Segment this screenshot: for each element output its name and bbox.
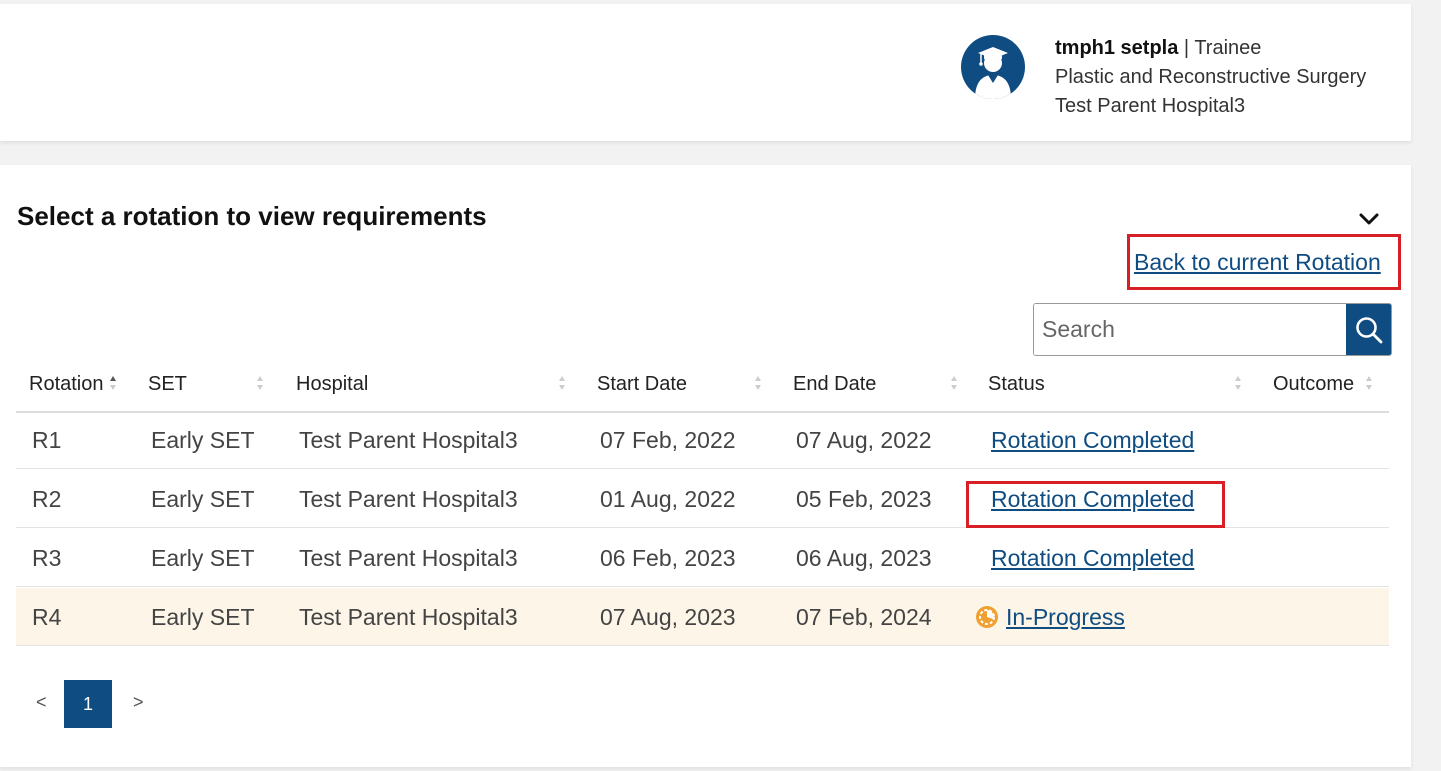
sort-icon: [1366, 376, 1372, 390]
column-header-end-date[interactable]: End Date: [793, 361, 957, 411]
search-box: [1033, 303, 1392, 356]
search-button[interactable]: [1346, 304, 1391, 355]
cell-start-date: 06 Feb, 2023: [600, 545, 736, 571]
sort-icon: [755, 376, 761, 390]
pagination: < 1 >: [0, 680, 200, 728]
table-row[interactable]: R2 Early SET Test Parent Hospital3 01 Au…: [16, 470, 1389, 528]
cell-start-date: 07 Feb, 2022: [600, 427, 736, 453]
sort-icon: [257, 376, 263, 390]
status-link[interactable]: Rotation Completed: [991, 529, 1194, 587]
user-specialty: Plastic and Reconstructive Surgery: [1055, 66, 1367, 88]
user-header-card: tmph1 setpla | Trainee Plastic and Recon…: [0, 4, 1411, 141]
cell-rotation: R1: [32, 427, 62, 453]
table-row-current[interactable]: R4 Early SET Test Parent Hospital3 07 Au…: [16, 588, 1389, 646]
in-progress-icon: [976, 606, 998, 628]
status-link[interactable]: Rotation Completed: [991, 411, 1194, 469]
cell-rotation: R4: [32, 604, 62, 630]
cell-start-date: 01 Aug, 2022: [600, 486, 736, 512]
user-hospital: Test Parent Hospital3: [1055, 95, 1246, 117]
next-page-button[interactable]: >: [133, 692, 144, 713]
cell-set: Early SET: [151, 486, 255, 512]
column-header-set[interactable]: SET: [148, 361, 263, 411]
rotation-panel: Select a rotation to view requirements B…: [0, 165, 1411, 767]
cell-hospital: Test Parent Hospital3: [299, 545, 518, 571]
search-icon: [1355, 316, 1382, 343]
cell-end-date: 07 Aug, 2022: [796, 427, 932, 453]
search-input[interactable]: [1034, 304, 1346, 355]
sort-icon: [1235, 376, 1241, 390]
sort-asc-icon: [110, 376, 116, 390]
chevron-down-icon[interactable]: [1357, 207, 1381, 231]
table-row[interactable]: R1 Early SET Test Parent Hospital3 07 Fe…: [16, 411, 1389, 469]
table-header: Rotation SET Hospital Start Date End Dat…: [16, 361, 1389, 413]
user-separator: |: [1183, 37, 1190, 59]
cell-set: Early SET: [151, 604, 255, 630]
page-1-button[interactable]: 1: [64, 680, 112, 728]
status-link[interactable]: Rotation Completed: [991, 470, 1194, 528]
back-to-current-rotation-link[interactable]: Back to current Rotation: [1134, 249, 1381, 276]
cell-end-date: 06 Aug, 2023: [796, 545, 932, 571]
cell-start-date: 07 Aug, 2023: [600, 604, 736, 630]
cell-end-date: 05 Feb, 2023: [796, 486, 932, 512]
column-header-hospital[interactable]: Hospital: [296, 361, 565, 411]
cell-set: Early SET: [151, 427, 255, 453]
cell-hospital: Test Parent Hospital3: [299, 486, 518, 512]
cell-rotation: R3: [32, 545, 62, 571]
cell-end-date: 07 Feb, 2024: [796, 604, 932, 630]
cell-set: Early SET: [151, 545, 255, 571]
user-info: tmph1 setpla | Trainee Plastic and Recon…: [1055, 34, 1366, 121]
sort-icon: [951, 376, 957, 390]
column-header-rotation[interactable]: Rotation: [29, 361, 116, 411]
column-header-outcome[interactable]: Outcome: [1273, 361, 1372, 411]
cell-hospital: Test Parent Hospital3: [299, 604, 518, 630]
cell-rotation: R2: [32, 486, 62, 512]
cell-hospital: Test Parent Hospital3: [299, 427, 518, 453]
column-header-status[interactable]: Status: [988, 361, 1241, 411]
status-link[interactable]: In-Progress: [1006, 588, 1125, 646]
section-title: Select a rotation to view requirements: [17, 201, 487, 231]
user-name: tmph1 setpla: [1055, 37, 1179, 59]
table-row[interactable]: R3 Early SET Test Parent Hospital3 06 Fe…: [16, 529, 1389, 587]
prev-page-button[interactable]: <: [36, 692, 47, 713]
column-header-start-date[interactable]: Start Date: [597, 361, 761, 411]
user-role: Trainee: [1194, 37, 1262, 59]
sort-icon: [559, 376, 565, 390]
graduate-avatar-icon: [961, 35, 1025, 99]
